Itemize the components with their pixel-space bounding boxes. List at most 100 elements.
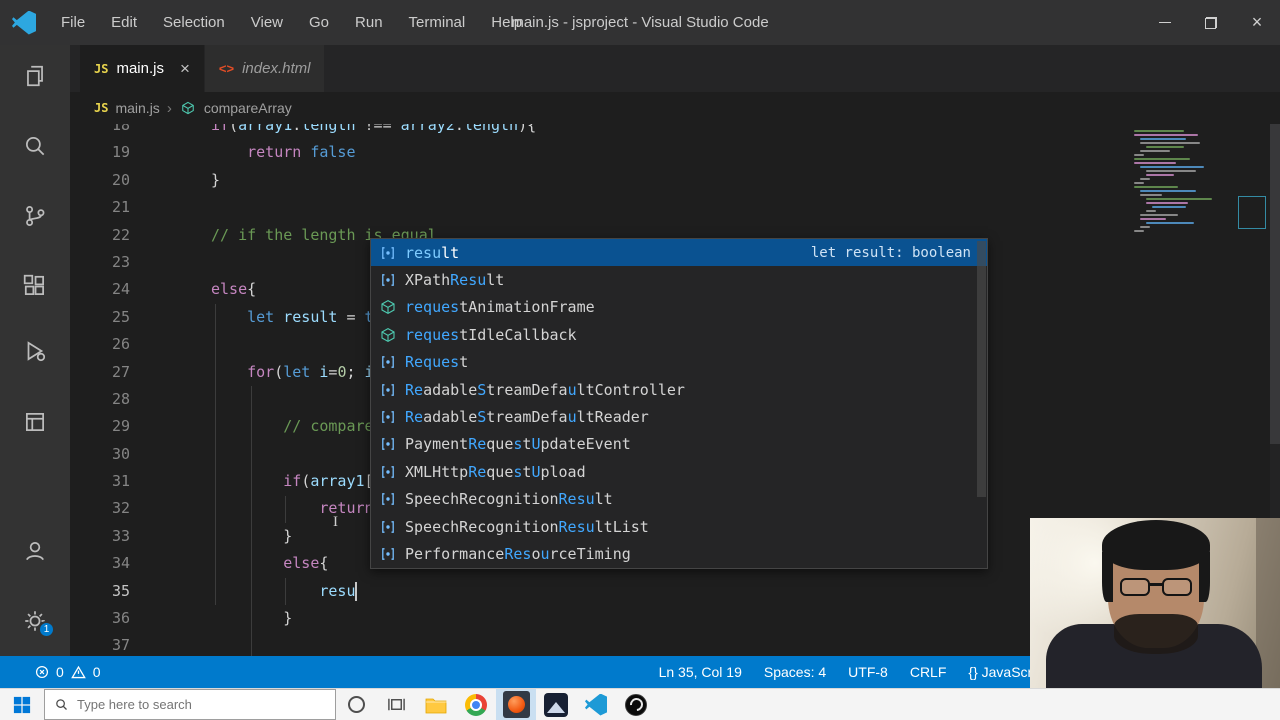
minimap-line bbox=[1146, 202, 1188, 204]
menu-edit[interactable]: Edit bbox=[98, 0, 150, 45]
tab-index-html[interactable]: <> index.html bbox=[204, 45, 326, 92]
start-button[interactable] bbox=[0, 689, 44, 720]
token: ( bbox=[301, 472, 311, 491]
symbol-method-icon bbox=[379, 299, 397, 315]
suggestion-xpathresult[interactable]: XPathResult bbox=[371, 266, 987, 293]
restore-icon bbox=[1205, 16, 1217, 29]
suggestion-label: XMLHttpRequestUpload bbox=[405, 462, 586, 481]
restore-button[interactable] bbox=[1188, 0, 1234, 45]
run-debug-icon[interactable] bbox=[0, 327, 70, 375]
minimap-line bbox=[1140, 194, 1162, 196]
vscode-icon bbox=[585, 693, 607, 716]
line-number: 21 bbox=[111, 198, 130, 217]
suggestion-request[interactable]: Request bbox=[371, 349, 987, 376]
breadcrumb-symbol[interactable]: compareArray bbox=[204, 100, 292, 116]
active-app-tile bbox=[502, 691, 530, 718]
symbol-field-icon bbox=[379, 409, 397, 425]
menu-view[interactable]: View bbox=[238, 0, 296, 45]
suggestion-requestanimationframe[interactable]: requestAnimationFrame bbox=[371, 294, 987, 321]
suggestion-speechrecognitionresultlist[interactable]: SpeechRecognitionResultList bbox=[371, 513, 987, 540]
active-app-button[interactable] bbox=[496, 689, 536, 720]
suggestion-performanceresourcetiming[interactable]: PerformanceResourceTiming bbox=[371, 540, 987, 567]
obs-button[interactable] bbox=[616, 689, 656, 720]
breadcrumb-file[interactable]: main.js bbox=[115, 100, 159, 116]
suggestion-requestidlecallback[interactable]: requestIdleCallback bbox=[371, 321, 987, 348]
library-icon[interactable] bbox=[0, 398, 70, 446]
file-explorer-button[interactable] bbox=[416, 689, 456, 720]
tab-label: index.html bbox=[242, 60, 311, 77]
code-line-21[interactable]: 21 bbox=[70, 194, 1280, 221]
suggestion-speechrecognitionresult[interactable]: SpeechRecognitionResult bbox=[371, 486, 987, 513]
search-input[interactable] bbox=[77, 697, 307, 712]
tab-close-icon[interactable]: × bbox=[180, 59, 190, 79]
cortana-button[interactable] bbox=[336, 689, 376, 720]
eol-indicator[interactable]: CRLF bbox=[910, 664, 947, 680]
suggestion-readablestreamdefaultreader[interactable]: ReadableStreamDefaultReader bbox=[371, 403, 987, 430]
code-line-18[interactable]: 18 if(array1.length !== array2.length){ bbox=[70, 124, 1280, 139]
token: ){ bbox=[518, 124, 537, 134]
close-button[interactable]: × bbox=[1234, 0, 1280, 45]
menu-run[interactable]: Run bbox=[342, 0, 396, 45]
accounts-icon[interactable] bbox=[0, 527, 70, 575]
js-file-icon: JS bbox=[94, 101, 109, 115]
token: ( bbox=[229, 124, 239, 134]
warning-count: 0 bbox=[92, 664, 101, 680]
minimap-line bbox=[1140, 214, 1178, 216]
code-line-19[interactable]: 19 return false bbox=[70, 139, 1280, 166]
active-app-icon bbox=[507, 696, 525, 713]
suggestion-label: XPathResult bbox=[405, 271, 505, 290]
search-icon[interactable] bbox=[0, 122, 70, 170]
photos-button[interactable] bbox=[536, 689, 576, 720]
code-text: if(array1.length !== array2.length){ bbox=[211, 124, 536, 139]
line-number: 36 bbox=[111, 609, 130, 628]
token: array2 bbox=[400, 124, 455, 134]
vscode-button[interactable] bbox=[576, 689, 616, 720]
token: return bbox=[247, 143, 302, 162]
line-number: 28 bbox=[111, 389, 130, 408]
token: = bbox=[337, 307, 365, 326]
task-view-button[interactable] bbox=[376, 689, 416, 720]
minimize-button[interactable] bbox=[1142, 0, 1188, 45]
problems-indicator[interactable]: 0 0 bbox=[0, 664, 101, 680]
source-control-icon[interactable] bbox=[0, 192, 70, 240]
taskbar-search[interactable] bbox=[44, 689, 336, 720]
person-glasses bbox=[1116, 578, 1196, 598]
glasses-bridge bbox=[1149, 583, 1163, 586]
minimap-line bbox=[1134, 154, 1144, 156]
chrome-button[interactable] bbox=[456, 689, 496, 720]
menu-selection[interactable]: Selection bbox=[150, 0, 238, 45]
extensions-icon[interactable] bbox=[0, 262, 70, 310]
menu-file[interactable]: File bbox=[48, 0, 98, 45]
suggestion-readablestreamdefaultcontroller[interactable]: ReadableStreamDefaultController bbox=[371, 376, 987, 403]
tab-bar: JS main.js × <> index.html bbox=[70, 45, 1280, 92]
settings-gear-icon[interactable]: 1 bbox=[0, 597, 70, 645]
explorer-icon[interactable] bbox=[0, 52, 70, 100]
windows-taskbar bbox=[0, 688, 1280, 720]
menu-go[interactable]: Go bbox=[296, 0, 342, 45]
menu-terminal[interactable]: Terminal bbox=[396, 0, 479, 45]
token: result bbox=[283, 307, 338, 326]
status-right: Ln 35, Col 19 Spaces: 4 UTF-8 CRLF{} JavaSc… bbox=[659, 664, 1047, 680]
scrollbar-thumb[interactable] bbox=[1270, 124, 1280, 444]
line-col-indicator[interactable]: Ln 35, Col 19 bbox=[659, 664, 742, 680]
line-number: 25 bbox=[111, 307, 130, 326]
code-line-20[interactable]: 20} bbox=[70, 167, 1280, 194]
suggestion-label: PerformanceResourceTiming bbox=[405, 544, 631, 563]
suggestion-xmlhttprequestupload[interactable]: XMLHttpRequestUpload bbox=[371, 458, 987, 485]
suggestion-paymentrequestupdateevent[interactable]: PaymentRequestUpdateEvent bbox=[371, 431, 987, 458]
encoding-indicator[interactable]: UTF-8 bbox=[848, 664, 888, 680]
suggestion-result[interactable]: result let result: boolean bbox=[371, 239, 987, 267]
indentation-indicator[interactable]: Spaces: 4 bbox=[764, 664, 826, 680]
tab-main-js[interactable]: JS main.js × bbox=[80, 45, 205, 92]
html-file-icon: <> bbox=[218, 61, 235, 76]
chrome-icon bbox=[465, 693, 487, 716]
minimap-line bbox=[1146, 146, 1184, 148]
window-controls: × bbox=[1142, 0, 1280, 45]
minimap-line bbox=[1134, 134, 1198, 136]
token: length bbox=[463, 124, 519, 134]
vscode-logo-icon bbox=[12, 10, 36, 35]
popup-scrollbar-thumb[interactable] bbox=[977, 241, 986, 497]
